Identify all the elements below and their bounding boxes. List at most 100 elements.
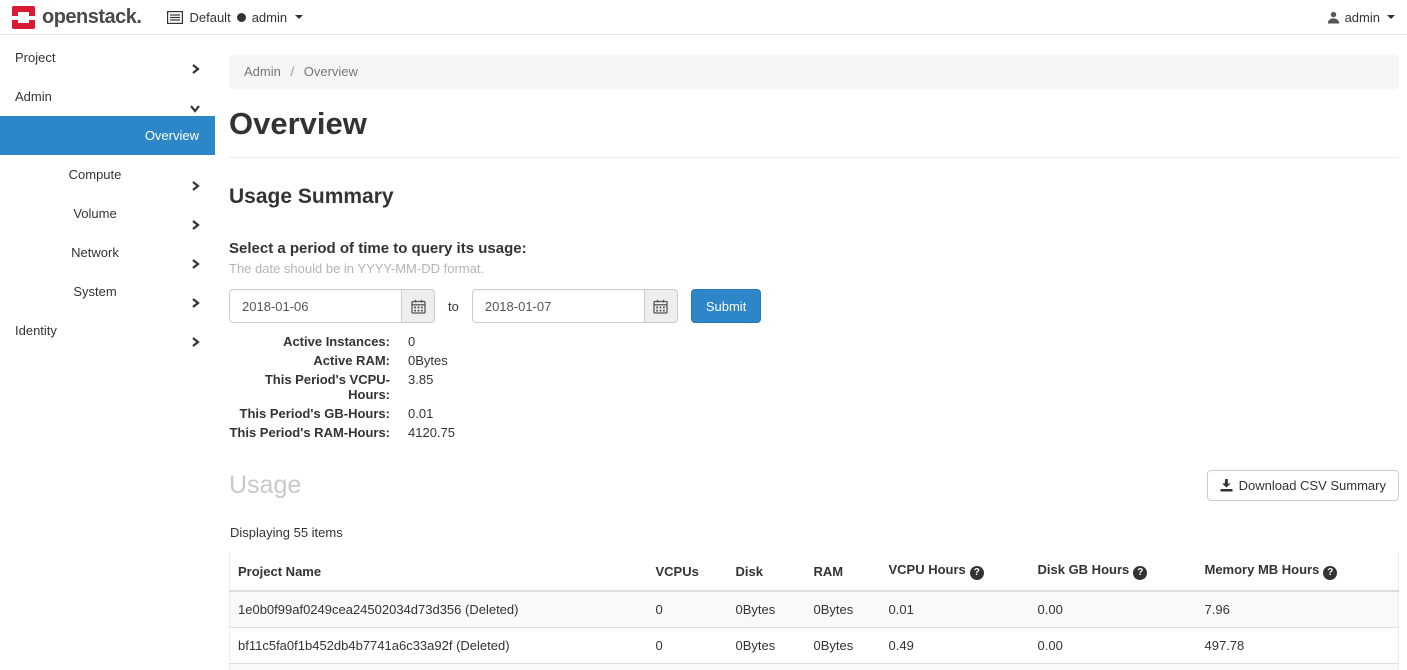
date-to-input[interactable]	[472, 289, 644, 323]
sidebar-item-identity[interactable]: Identity	[0, 311, 215, 350]
col-vcpu-hours: VCPU Hours?	[881, 552, 1030, 591]
cell-memory-mb-hours: 7.96	[1197, 591, 1399, 628]
sidebar-item-label: Compute	[69, 167, 122, 182]
sidebar-item-project[interactable]: Project	[0, 38, 215, 77]
breadcrumb-separator: /	[290, 64, 294, 79]
top-navbar: openstack. Default admin admin	[0, 0, 1407, 35]
cell-memory-mb-hours: 497.78	[1197, 628, 1399, 664]
table-row: ea1f2f357c09465eb6991edf7079efbe (Delete…	[230, 664, 1399, 670]
cell-vcpu-hours: 0.49	[881, 628, 1030, 664]
breadcrumb-admin: Admin	[244, 64, 281, 79]
calendar-icon[interactable]	[401, 289, 435, 323]
cell-vcpus: 0	[648, 591, 728, 628]
brand-text: openstack.	[42, 6, 141, 29]
page-title: Overview	[229, 106, 1399, 142]
chevron-right-icon	[189, 324, 201, 363]
cell-disk-gb-hours: 0.00	[1030, 628, 1197, 664]
usage-summary-heading: Usage Summary	[229, 185, 1399, 209]
domain-icon	[167, 11, 183, 24]
submit-button[interactable]: Submit	[691, 289, 761, 323]
stat-label: This Period's RAM-Hours:	[229, 425, 390, 440]
cell-disk-gb-hours: 0.00	[1030, 591, 1197, 628]
sidebar-nav: Project Admin Overview Compute Volume Ne…	[0, 35, 215, 670]
user-menu-dropdown[interactable]: admin	[1327, 10, 1395, 25]
stat-label: Active RAM:	[229, 353, 390, 368]
cell-ram: 0Bytes	[806, 591, 881, 628]
sidebar-item-compute[interactable]: Compute	[0, 155, 215, 194]
date-range-prompt: Select a period of time to query its usa…	[229, 240, 1399, 257]
cell-project-name: 1e0b0f99af0249cea24502034d73d356 (Delete…	[230, 591, 648, 628]
context-switcher-dropdown[interactable]: Default admin	[167, 10, 303, 25]
usage-table: Project Name VCPUs Disk RAM VCPU Hours? …	[229, 552, 1399, 670]
sidebar-item-label: System	[73, 284, 116, 299]
sidebar-item-network[interactable]: Network	[0, 233, 215, 272]
sidebar-item-admin[interactable]: Admin	[0, 77, 215, 116]
help-icon[interactable]: ?	[970, 566, 984, 580]
table-row: bf11c5fa0f1b452db4b7741a6c33a92f (Delete…	[230, 628, 1399, 664]
sidebar-item-label: Identity	[15, 323, 57, 338]
openstack-logo-icon	[12, 6, 35, 29]
sidebar-item-label: Overview	[145, 128, 199, 143]
download-csv-label: Download CSV Summary	[1239, 478, 1386, 493]
sidebar-item-label: Project	[15, 50, 55, 65]
stat-value: 0Bytes	[408, 353, 1399, 368]
cell-vcpus: 0	[648, 664, 728, 670]
col-vcpus: VCPUs	[648, 552, 728, 591]
cell-project-name: bf11c5fa0f1b452db4b7741a6c33a92f (Delete…	[230, 628, 648, 664]
items-count: Displaying 55 items	[230, 525, 1399, 540]
date-format-hint: The date should be in YYYY-MM-DD format.	[229, 261, 1399, 276]
sidebar-item-label: Admin	[15, 89, 52, 104]
cell-vcpus: 0	[648, 628, 728, 664]
cell-disk: 0Bytes	[728, 591, 806, 628]
table-header-row: Project Name VCPUs Disk RAM VCPU Hours? …	[230, 552, 1399, 591]
date-range-form: to Submit	[229, 289, 1399, 323]
col-disk-gb-hours: Disk GB Hours?	[1030, 552, 1197, 591]
cell-ram: 0Bytes	[806, 628, 881, 664]
cell-ram: 0Bytes	[806, 664, 881, 670]
caret-down-icon	[295, 15, 303, 19]
stat-value: 0	[408, 334, 1399, 349]
cell-project-name: ea1f2f357c09465eb6991edf7079efbe (Delete…	[230, 664, 648, 670]
context-domain: Default	[189, 10, 230, 25]
sidebar-item-volume[interactable]: Volume	[0, 194, 215, 233]
main-content: Admin / Overview Overview Usage Summary …	[215, 35, 1407, 670]
usage-stats: Active Instances: 0 Active RAM: 0Bytes T…	[229, 334, 1399, 440]
date-from-input[interactable]	[229, 289, 401, 323]
table-row: 1e0b0f99af0249cea24502034d73d356 (Delete…	[230, 591, 1399, 628]
title-divider	[229, 157, 1399, 158]
cell-vcpu-hours: 0.01	[881, 591, 1030, 628]
usage-section-heading: Usage	[229, 471, 301, 500]
breadcrumb-overview: Overview	[304, 64, 358, 79]
stat-label: Active Instances:	[229, 334, 390, 349]
cell-memory-mb-hours: 110.93	[1197, 664, 1399, 670]
breadcrumb: Admin / Overview	[229, 55, 1399, 89]
context-project: admin	[252, 10, 287, 25]
user-icon	[1327, 11, 1340, 24]
date-to-group	[472, 289, 678, 323]
help-icon[interactable]: ?	[1323, 566, 1337, 580]
col-memory-mb-hours: Memory MB Hours?	[1197, 552, 1399, 591]
stat-value: 0.01	[408, 406, 1399, 421]
sidebar-item-system[interactable]: System	[0, 272, 215, 311]
help-icon[interactable]: ?	[1133, 566, 1147, 580]
calendar-icon[interactable]	[644, 289, 678, 323]
openstack-brand[interactable]: openstack.	[12, 6, 141, 29]
user-name: admin	[1345, 10, 1380, 25]
cell-disk-gb-hours: 0.00	[1030, 664, 1197, 670]
caret-down-icon	[1387, 15, 1395, 19]
context-separator-dot	[237, 13, 246, 22]
download-icon	[1220, 479, 1233, 492]
sidebar-item-overview[interactable]: Overview	[0, 116, 215, 155]
stat-value: 3.85	[408, 372, 1399, 402]
date-from-group	[229, 289, 435, 323]
cell-disk: 0Bytes	[728, 628, 806, 664]
stat-value: 4120.75	[408, 425, 1399, 440]
stat-label: This Period's VCPU-Hours:	[229, 372, 390, 402]
cell-vcpu-hours: 0.11	[881, 664, 1030, 670]
download-csv-button[interactable]: Download CSV Summary	[1207, 470, 1399, 501]
col-ram: RAM	[806, 552, 881, 591]
col-project-name: Project Name	[230, 552, 648, 591]
cell-disk: 0Bytes	[728, 664, 806, 670]
to-label: to	[448, 299, 459, 314]
col-disk: Disk	[728, 552, 806, 591]
